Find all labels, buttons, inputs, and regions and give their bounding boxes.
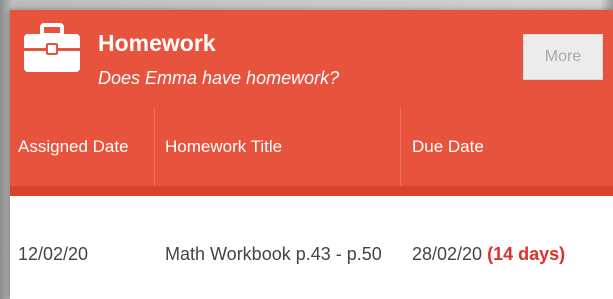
days-remaining-badge: (14 days)	[487, 244, 566, 264]
cell-due-date: 28/02/20 (14 days)	[412, 240, 612, 268]
table-row[interactable]: 12/02/20 Math Workbook p.43 - p.50 28/02…	[10, 196, 613, 299]
briefcase-icon	[24, 23, 80, 72]
column-header-due-date[interactable]: Due Date	[412, 108, 607, 186]
widget-title: Homework	[98, 30, 216, 56]
column-divider	[400, 108, 401, 186]
table-header-row: Assigned Date Homework Title Due Date	[10, 108, 613, 186]
more-button[interactable]: More	[523, 34, 603, 80]
widget-subtitle: Does Emma have homework?	[98, 68, 340, 88]
cell-assigned-date: 12/02/20	[18, 244, 89, 264]
column-header-homework-title[interactable]: Homework Title	[165, 108, 395, 186]
widget-header: Homework Does Emma have homework? More	[10, 10, 613, 108]
cell-homework-title: Math Workbook p.43 - p.50	[165, 244, 382, 264]
homework-widget: Homework Does Emma have homework? More A…	[10, 10, 613, 299]
due-date-value: 28/02/20	[412, 244, 483, 264]
column-header-assigned-date[interactable]: Assigned Date	[18, 108, 154, 186]
table-header-rule	[10, 186, 613, 196]
column-divider	[154, 108, 155, 186]
